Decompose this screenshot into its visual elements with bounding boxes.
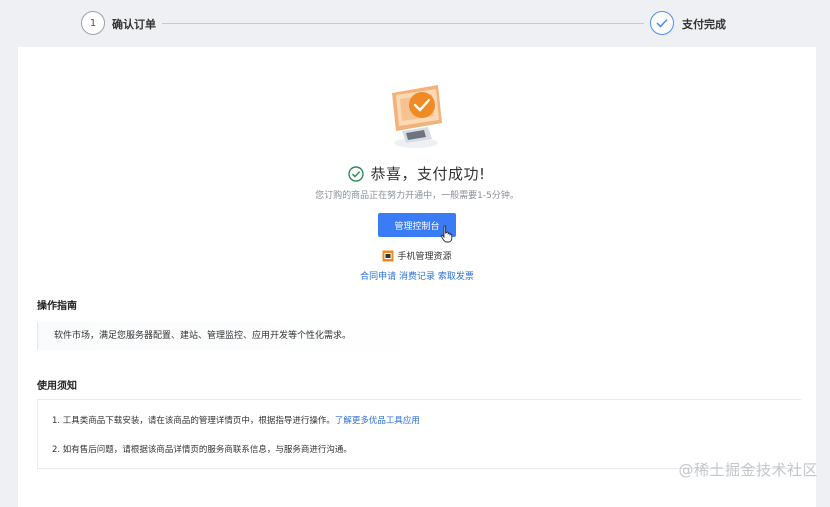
result-card: 恭喜，支付成功! 您订购的商品正在努力开通中，一般需要1-5分钟。 管理控制台 … (18, 47, 816, 507)
step-2-label: 支付完成 (682, 18, 726, 31)
action-links: 合同申请 消费记录 索取发票 (18, 269, 816, 282)
guide-title: 操作指南 (37, 301, 77, 312)
notice-item-1-text: 1. 工具类商品下载安装，请在该商品的管理详情页中，根据指导进行操作。 (52, 416, 335, 426)
step-1-number: 1 (89, 17, 97, 29)
success-heading-row: 恭喜，支付成功! (18, 163, 816, 184)
notice-item-2: 2. 如有售后问题，请根据该商品详情页的服务商联系信息，与服务商进行沟通。 (52, 445, 352, 455)
success-title: 恭喜，支付成功! (370, 165, 486, 183)
mobile-manage-label: 手机管理资源 (397, 252, 452, 262)
success-check-icon (348, 165, 365, 182)
step-1-label: 确认订单 (112, 18, 156, 31)
notice-title: 使用须知 (37, 381, 77, 392)
contract-apply-link[interactable]: 合同申请 (360, 272, 396, 282)
success-subtitle: 您订购的商品正在努力开通中，一般需要1-5分钟。 (315, 191, 519, 201)
guide-text: 软件市场，满足您服务器配置、建站、管理监控、应用开发等个性化需求。 (54, 331, 352, 341)
step-2-circle (650, 11, 674, 35)
watermark: @稀土掘金技术社区 (678, 461, 818, 479)
guide-box: 软件市场，满足您服务器配置、建站、管理监控、应用开发等个性化需求。 (37, 322, 442, 350)
check-icon (656, 18, 668, 28)
tools-learn-more-link[interactable]: 了解更多优品工具应用 (335, 416, 420, 426)
notice-item-1: 1. 工具类商品下载安装，请在该商品的管理详情页中，根据指导进行操作。了解更多优… (52, 414, 420, 426)
mobile-icon (382, 250, 394, 261)
request-invoice-link[interactable]: 索取发票 (438, 272, 474, 282)
consumption-record-link[interactable]: 消费记录 (399, 272, 435, 282)
step-1-circle: 1 (81, 11, 105, 35)
hand-cursor-icon (440, 225, 453, 243)
payment-illustration (392, 85, 442, 148)
progress-steps: 1 确认订单 支付完成 (0, 0, 830, 46)
step-connector-line (162, 23, 644, 24)
mobile-manage-link[interactable]: 手机管理资源 (18, 249, 816, 262)
